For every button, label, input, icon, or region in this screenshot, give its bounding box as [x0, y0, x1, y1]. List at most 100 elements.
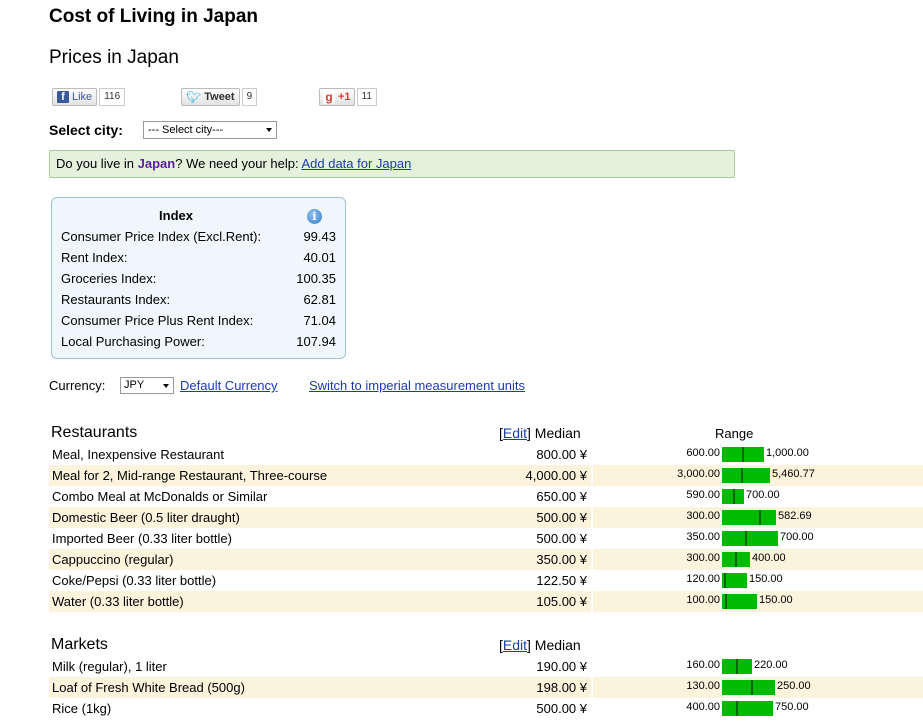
table-row: Rice (1kg) 500.00 ¥ 400.00 750.00 — [49, 698, 923, 719]
item-median: 650.00 ¥ — [536, 489, 587, 504]
item-median: 500.00 ¥ — [536, 701, 587, 716]
item-label: Meal, Inexpensive Restaurant — [52, 447, 224, 462]
median-marker — [736, 659, 738, 674]
edit-link[interactable]: Edit — [503, 425, 527, 441]
facebook-icon: f — [57, 91, 69, 103]
index-row: Rent Index: 40.01 — [61, 250, 336, 270]
range-cell: 160.00 220.00 — [593, 656, 923, 677]
range-min: 350.00 — [686, 531, 720, 543]
index-row: Consumer Price Plus Rent Index: 71.04 — [61, 313, 336, 333]
facebook-like-button[interactable]: f Like — [52, 88, 98, 106]
index-label: Rent Index: — [61, 250, 128, 265]
index-label: Restaurants Index: — [61, 292, 171, 307]
item-label: Meal for 2, Mid-range Restaurant, Three-… — [49, 465, 489, 486]
index-value: 62.81 — [303, 292, 336, 307]
table-row: Imported Beer (0.33 liter bottle) 500.00 … — [49, 528, 923, 549]
default-currency-link[interactable]: Default Currency — [180, 378, 278, 393]
info-icon[interactable]: i — [307, 209, 322, 224]
add-data-link[interactable]: Add data for Japan — [301, 156, 411, 171]
median-marker — [759, 510, 761, 525]
imperial-units-link[interactable]: Switch to imperial measurement units — [309, 378, 525, 393]
currency-select[interactable]: JPY — [120, 377, 174, 394]
median-header: Median — [534, 637, 581, 653]
edit-link[interactable]: Edit — [503, 637, 527, 653]
section-title: Restaurants — [51, 424, 138, 441]
facebook-like: f Like 116 — [52, 88, 126, 106]
index-title: Index — [159, 208, 193, 223]
median-marker — [742, 447, 744, 462]
plus-one-label: +1 — [338, 91, 351, 103]
index-value: 71.04 — [303, 313, 336, 328]
range-cell: 130.00 250.00 — [593, 677, 923, 698]
table-row: Loaf of Fresh White Bread (500g) 198.00 ¥… — [49, 677, 923, 698]
index-row: Restaurants Index: 62.81 — [61, 292, 336, 312]
item-median: 800.00 ¥ — [536, 447, 587, 462]
city-select[interactable]: --- Select city--- — [143, 121, 277, 139]
range-max: 5,460.77 — [772, 468, 815, 480]
table-row: Combo Meal at McDonalds or Similar 650.00… — [49, 486, 923, 507]
item-label: Coke/Pepsi (0.33 liter bottle) — [52, 573, 217, 588]
range-bar — [722, 531, 778, 546]
tweet-button[interactable]: 🐦︎ Tweet — [181, 88, 240, 106]
item-label: Loaf of Fresh White Bread (500g) — [49, 677, 489, 698]
range-bar — [722, 510, 776, 525]
item-median: 122.50 ¥ — [536, 573, 587, 588]
google-plus: g +1 11 — [319, 88, 377, 106]
item-label: Milk (regular), 1 liter — [52, 659, 167, 674]
range-min: 3,000.00 — [677, 468, 720, 480]
median-marker — [733, 489, 735, 504]
range-min: 130.00 — [686, 680, 720, 692]
range-min: 300.00 — [686, 510, 720, 522]
item-median: 500.00 ¥ — [489, 507, 591, 528]
section-title: Markets — [51, 636, 108, 653]
range-cell: 100.00 150.00 — [593, 591, 923, 612]
range-bar — [722, 447, 764, 462]
range-max: 750.00 — [775, 701, 809, 713]
item-median: 500.00 ¥ — [536, 531, 587, 546]
item-median: 4,000.00 ¥ — [489, 465, 591, 486]
range-bar — [722, 552, 750, 567]
index-label: Consumer Price Index (Excl.Rent): — [61, 229, 262, 244]
range-min: 160.00 — [686, 659, 720, 671]
range-bar — [722, 659, 752, 674]
range-min: 400.00 — [686, 701, 720, 713]
median-marker — [741, 468, 743, 483]
range-bar — [722, 594, 757, 609]
item-median: 105.00 ¥ — [489, 591, 591, 612]
range-cell: 120.00 150.00 — [593, 570, 923, 591]
item-label: Combo Meal at McDonalds or Similar — [52, 489, 268, 504]
range-cell: 600.00 1,000.00 — [593, 444, 923, 465]
table-row: Meal for 2, Mid-range Restaurant, Three-… — [49, 465, 923, 486]
help-country: Japan — [137, 156, 176, 171]
page-subtitle: Prices in Japan — [49, 47, 179, 68]
median-marker — [751, 680, 753, 695]
index-panel: Index i Consumer Price Index (Excl.Rent)… — [51, 197, 346, 359]
item-label: Water (0.33 liter bottle) — [49, 591, 489, 612]
page-title: Cost of Living in Japan — [49, 6, 259, 27]
median-marker — [736, 701, 738, 716]
table-row: Coke/Pepsi (0.33 liter bottle) 122.50 ¥ 12… — [49, 570, 923, 591]
item-median: 190.00 ¥ — [536, 659, 587, 674]
help-prefix: Do you live in — [56, 156, 138, 171]
median-marker — [724, 573, 726, 588]
range-cell: 300.00 400.00 — [593, 549, 923, 570]
index-label: Local Purchasing Power: — [61, 334, 205, 349]
tweet: 🐦︎ Tweet 9 — [181, 88, 258, 106]
google-plus-one-button[interactable]: g +1 — [319, 88, 355, 106]
index-label: Consumer Price Plus Rent Index: — [61, 313, 254, 328]
item-label: Imported Beer (0.33 liter bottle) — [52, 531, 232, 546]
table-row: Milk (regular), 1 liter 190.00 ¥ 160.00 220… — [49, 656, 923, 677]
edit-median-header: [Edit] Median — [499, 425, 581, 441]
range-bar — [722, 573, 747, 588]
table-row: Cappuccino (regular) 350.00 ¥ 300.00 400.00 — [49, 549, 923, 570]
twitter-bird-icon: 🐦︎ — [186, 90, 202, 104]
range-bar — [722, 701, 773, 716]
range-max: 582.69 — [778, 510, 812, 522]
range-cell: 3,000.00 5,460.77 — [593, 465, 923, 486]
plus-one-count: 11 — [356, 88, 377, 106]
range-min: 590.00 — [686, 489, 720, 501]
range-bar — [722, 468, 770, 483]
range-header: Range — [715, 426, 754, 441]
range-bar — [722, 489, 744, 504]
item-label: Cappuccino (regular) — [49, 549, 489, 570]
